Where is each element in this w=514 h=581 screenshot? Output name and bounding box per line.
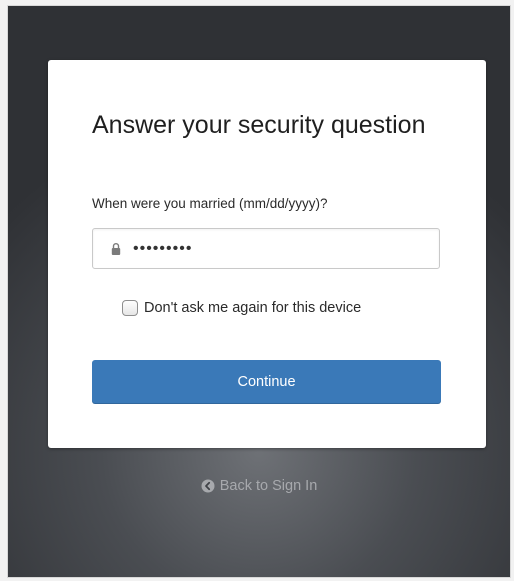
security-question-card: Answer your security question When were … [48,60,486,448]
lock-icon [111,243,121,255]
answer-input[interactable] [133,229,433,268]
security-question-label: When were you married (mm/dd/yyyy)? [92,196,328,211]
page-title: Answer your security question [92,111,426,139]
back-to-sign-in-label: Back to Sign In [219,478,318,494]
continue-button[interactable]: Continue [92,360,441,404]
page-background: Answer your security question When were … [8,6,510,577]
remember-device-label: Don't ask me again for this device [144,300,362,316]
arrow-left-circle-icon [201,479,215,493]
remember-device-option[interactable]: Don't ask me again for this device [122,300,361,316]
answer-field[interactable] [92,228,440,269]
remember-device-checkbox[interactable] [122,300,138,316]
back-to-sign-in-link[interactable]: Back to Sign In [8,478,510,494]
